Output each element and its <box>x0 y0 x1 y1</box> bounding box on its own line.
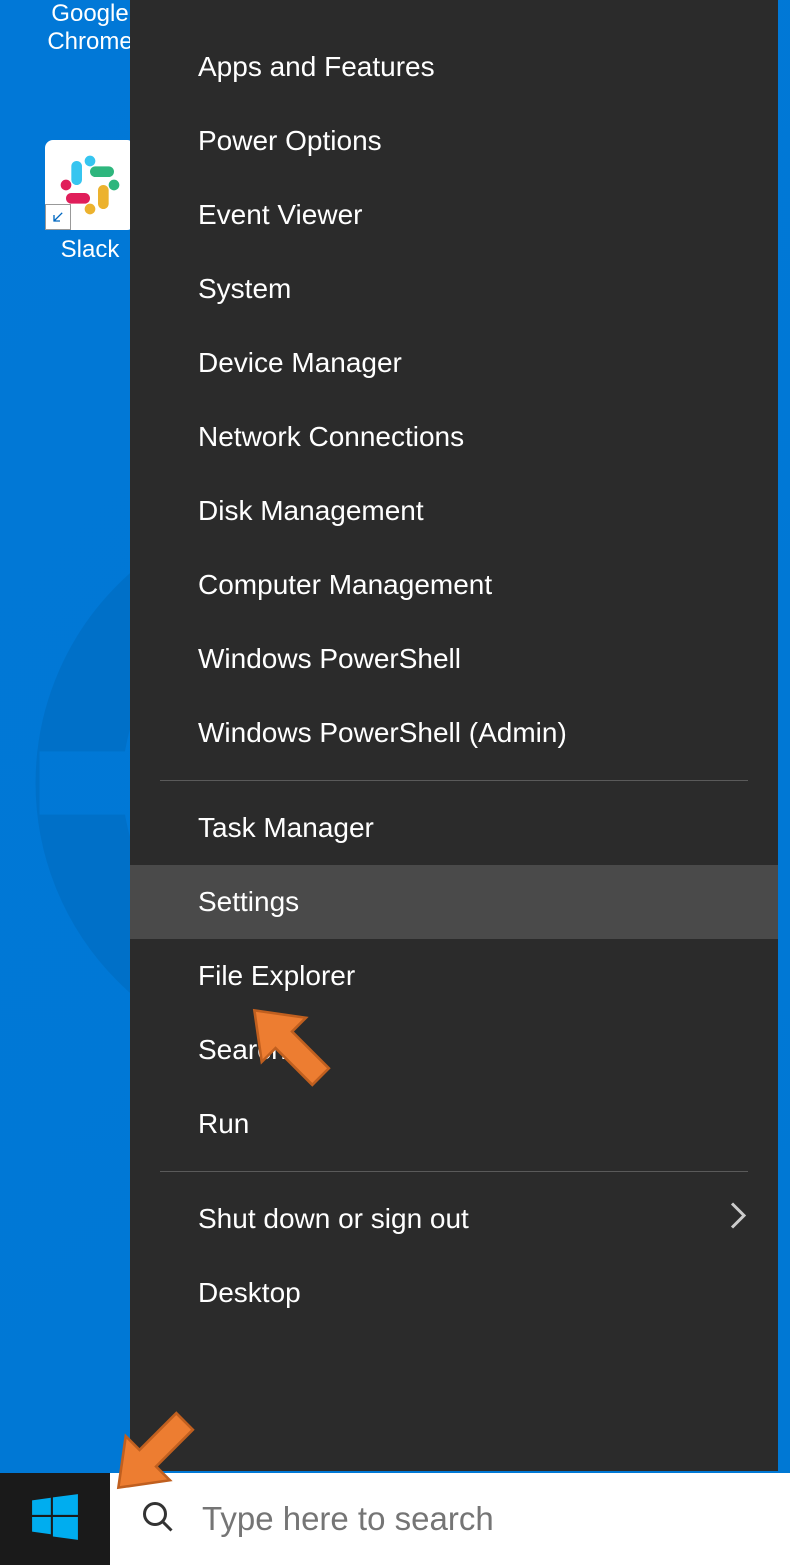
menu-item-apps-and-features[interactable]: Apps and Features <box>130 30 778 104</box>
menu-item-desktop[interactable]: Desktop <box>130 1256 778 1330</box>
menu-item-search[interactable]: Search <box>130 1013 778 1087</box>
menu-item-windows-powershell[interactable]: Windows PowerShell <box>130 622 778 696</box>
desktop: Google Chrome Slack Apps and Features Po… <box>0 0 790 1565</box>
chevron-right-icon <box>728 1201 748 1238</box>
menu-item-computer-management[interactable]: Computer Management <box>130 548 778 622</box>
menu-item-power-options[interactable]: Power Options <box>130 104 778 178</box>
menu-item-disk-management[interactable]: Disk Management <box>130 474 778 548</box>
search-input[interactable] <box>202 1500 760 1538</box>
menu-separator <box>160 1171 748 1172</box>
menu-item-event-viewer[interactable]: Event Viewer <box>130 178 778 252</box>
menu-item-task-manager[interactable]: Task Manager <box>130 791 778 865</box>
shortcut-arrow-icon <box>45 204 71 230</box>
menu-item-run[interactable]: Run <box>130 1087 778 1161</box>
windows-logo-icon <box>30 1492 80 1547</box>
slack-icon-image <box>45 140 135 230</box>
start-button[interactable] <box>0 1473 110 1565</box>
menu-item-settings[interactable]: Settings <box>130 865 778 939</box>
taskbar-search[interactable] <box>110 1473 790 1565</box>
menu-separator <box>160 780 748 781</box>
menu-item-device-manager[interactable]: Device Manager <box>130 326 778 400</box>
menu-item-shut-down-or-sign-out[interactable]: Shut down or sign out <box>130 1182 778 1256</box>
menu-item-network-connections[interactable]: Network Connections <box>130 400 778 474</box>
winx-context-menu: Apps and Features Power Options Event Vi… <box>130 0 778 1471</box>
taskbar <box>0 1473 790 1565</box>
menu-item-windows-powershell-admin[interactable]: Windows PowerShell (Admin) <box>130 696 778 770</box>
menu-item-system[interactable]: System <box>130 252 778 326</box>
search-icon <box>140 1499 176 1540</box>
slack-label: Slack <box>61 236 120 264</box>
menu-item-file-explorer[interactable]: File Explorer <box>130 939 778 1013</box>
